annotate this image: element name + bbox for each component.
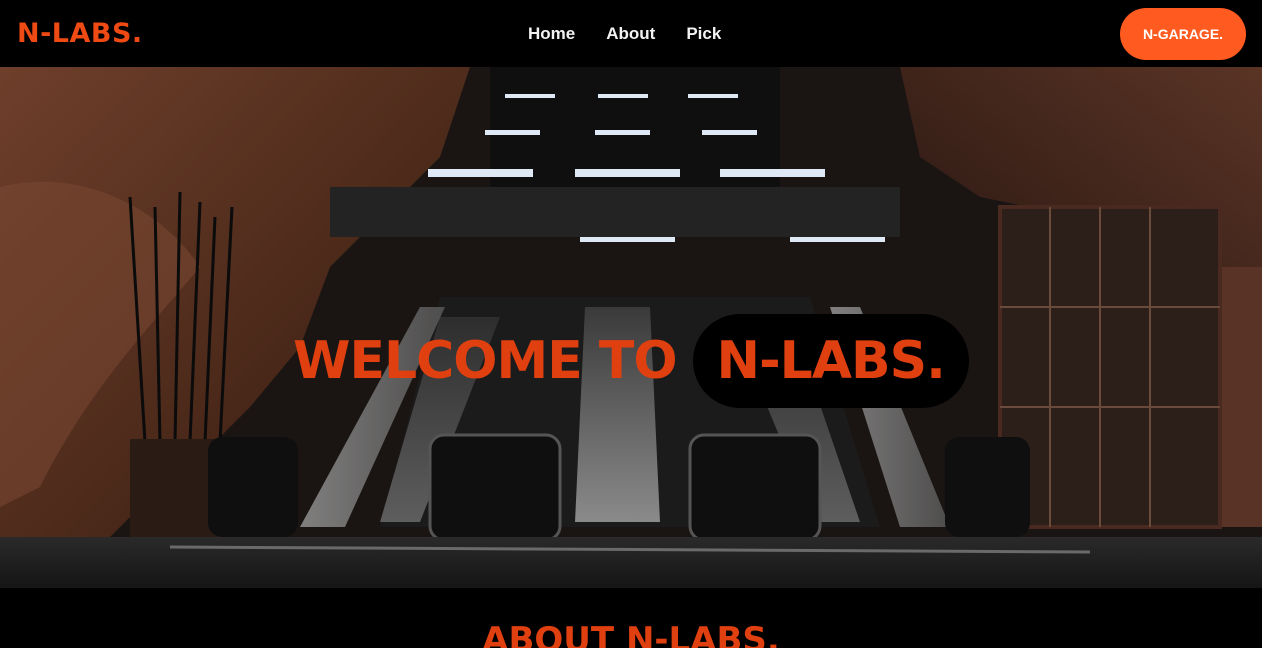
nav-link-home[interactable]: Home xyxy=(528,24,575,44)
hero-title-pill: N-LABS. xyxy=(692,314,969,408)
nav-link-pick[interactable]: Pick xyxy=(686,24,721,44)
about-heading: ABOUT N-LABS. xyxy=(482,620,780,648)
top-navbar: N-LABS. Home About Pick N-GARAGE. xyxy=(0,0,1262,67)
brand-logo[interactable]: N-LABS. xyxy=(17,18,143,49)
hero-title-lead: WELCOME TO xyxy=(293,331,677,391)
n-garage-button[interactable]: N-GARAGE. xyxy=(1120,7,1246,60)
hero-title-highlight: N-LABS. xyxy=(716,331,946,391)
about-section: ABOUT N-LABS. xyxy=(0,588,1262,648)
hero-title: WELCOME TO N-LABS. xyxy=(0,313,1262,409)
nav-links: Home About Pick xyxy=(528,0,721,67)
hero-section: WELCOME TO N-LABS. xyxy=(0,67,1262,588)
nav-link-about[interactable]: About xyxy=(606,24,655,44)
